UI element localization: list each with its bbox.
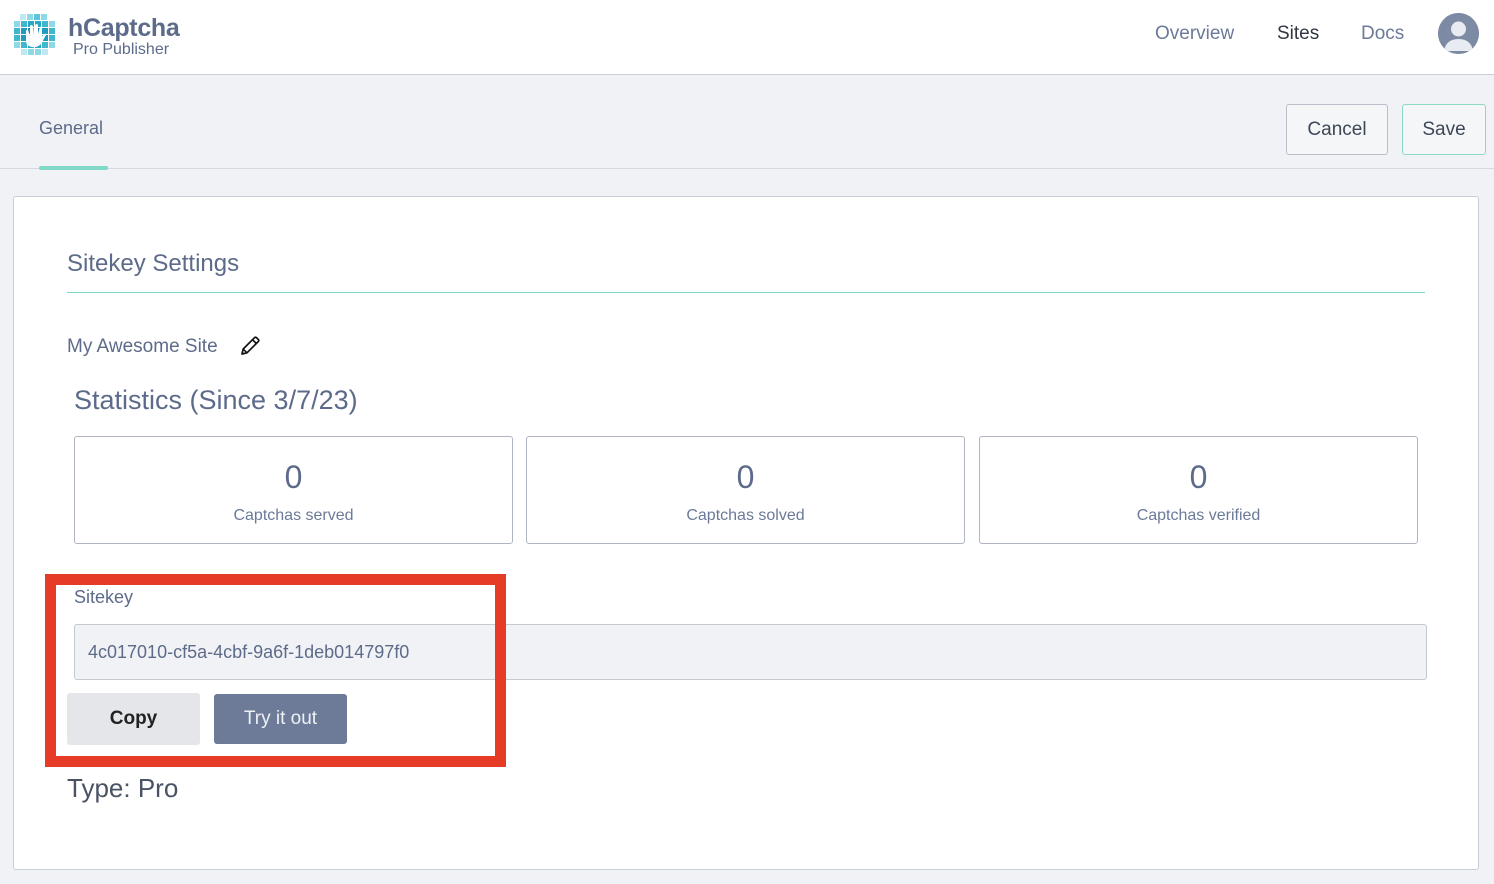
cancel-button[interactable]: Cancel bbox=[1286, 104, 1388, 155]
sitekey-type: Type: Pro bbox=[67, 773, 179, 803]
copy-button[interactable]: Copy bbox=[67, 693, 200, 745]
pencil-icon[interactable] bbox=[238, 334, 262, 358]
tab-general[interactable]: General bbox=[39, 118, 103, 139]
hcaptcha-logo-icon[interactable] bbox=[12, 12, 56, 56]
active-tab-indicator bbox=[39, 166, 108, 170]
stat-card-solved: 0 Captchas solved bbox=[526, 436, 965, 544]
brand-name: hCaptcha bbox=[68, 14, 180, 42]
sitekey-label: Sitekey bbox=[74, 587, 134, 607]
stat-label: Captchas served bbox=[233, 507, 354, 524]
stat-card-verified: 0 Captchas verified bbox=[979, 436, 1418, 544]
brand-subtitle: Pro Publisher bbox=[73, 41, 170, 58]
try-it-out-button[interactable]: Try it out bbox=[214, 694, 347, 744]
stat-value: 0 bbox=[284, 459, 303, 495]
section-divider bbox=[67, 292, 1425, 293]
section-title: Sitekey Settings bbox=[67, 250, 240, 277]
stat-value: 0 bbox=[1189, 459, 1208, 495]
stat-card-served: 0 Captchas served bbox=[74, 436, 513, 544]
subheader-divider bbox=[0, 168, 1494, 169]
stat-value: 0 bbox=[736, 459, 755, 495]
nav-overview[interactable]: Overview bbox=[1155, 23, 1234, 45]
nav-sites[interactable]: Sites bbox=[1277, 23, 1319, 45]
save-button[interactable]: Save bbox=[1402, 104, 1486, 155]
sitekey-field[interactable] bbox=[74, 624, 1427, 680]
top-navigation-bar: hCaptcha Pro Publisher Overview Sites Do… bbox=[0, 0, 1494, 75]
user-avatar-icon[interactable] bbox=[1438, 13, 1479, 54]
stat-label: Captchas solved bbox=[686, 507, 805, 524]
nav-docs[interactable]: Docs bbox=[1361, 23, 1404, 45]
site-name: My Awesome Site bbox=[67, 336, 218, 357]
stat-label: Captchas verified bbox=[1136, 507, 1261, 524]
statistics-title: Statistics (Since 3/7/23) bbox=[74, 385, 358, 415]
